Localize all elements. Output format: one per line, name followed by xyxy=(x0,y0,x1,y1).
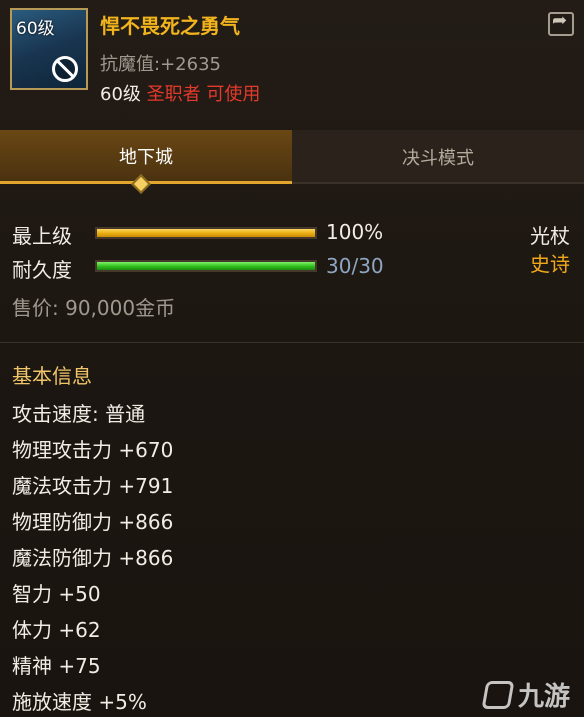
required-level: 60级 xyxy=(100,84,141,105)
durability-value: 30/30 xyxy=(326,254,384,278)
item-name: 悍不畏死之勇气 xyxy=(100,14,240,38)
sell-price: 售价: 90,000金币 xyxy=(12,296,176,320)
attribute-line: 物理攻击力 +670 xyxy=(12,438,174,462)
quality-bar xyxy=(95,227,317,239)
quality-label: 最上级 xyxy=(12,224,72,248)
watermark-text: 九游 xyxy=(517,682,570,712)
item-main-stat: 抗魔值:+2635 xyxy=(100,50,221,76)
attribute-line: 精神 +75 xyxy=(12,654,101,678)
unusable-icon xyxy=(52,56,78,82)
usable-status: 可使用 xyxy=(206,84,261,105)
item-header: 60级 悍不畏死之勇气 抗魔值:+2635 60级 圣职者 可使用 xyxy=(0,0,584,118)
quality-bar-fill xyxy=(97,229,315,237)
item-icon-level: 60级 xyxy=(16,19,55,39)
attribute-line: 物理防御力 +866 xyxy=(12,510,174,534)
quality-value: 100% xyxy=(326,220,384,244)
durability-bar-fill xyxy=(97,262,315,270)
mode-tabs: 地下城 决斗模式 xyxy=(0,130,584,194)
attribute-line: 魔法攻击力 +791 xyxy=(12,474,174,498)
stat-value: +2635 xyxy=(160,54,221,75)
durability-label: 耐久度 xyxy=(12,258,72,282)
weapon-rarity: 史诗 xyxy=(530,252,570,276)
attribute-line: 施放速度 +5% xyxy=(12,690,147,714)
item-icon[interactable]: 60级 xyxy=(10,8,88,90)
tab-dungeon[interactable]: 地下城 xyxy=(0,130,292,184)
share-icon[interactable] xyxy=(548,10,574,36)
item-tooltip-panel: 60级 悍不畏死之勇气 抗魔值:+2635 60级 圣职者 可使用 地下城 决斗… xyxy=(0,0,584,717)
tab-duel-mode[interactable]: 决斗模式 xyxy=(292,130,584,184)
stat-label: 抗魔值: xyxy=(100,54,161,75)
watermark-logo-icon xyxy=(481,680,515,709)
watermark: 九游 xyxy=(481,676,570,713)
attribute-line: 魔法防御力 +866 xyxy=(12,546,174,570)
weapon-type: 光杖 xyxy=(530,224,570,248)
attribute-line: 体力 +62 xyxy=(12,618,101,642)
section-title-basic-info: 基本信息 xyxy=(12,364,92,388)
required-class: 圣职者 xyxy=(146,84,201,105)
section-divider xyxy=(0,342,584,343)
item-requirement: 60级 圣职者 可使用 xyxy=(100,80,260,106)
attribute-line: 智力 +50 xyxy=(12,582,101,606)
attribute-line: 攻击速度: 普通 xyxy=(12,402,146,426)
durability-bar xyxy=(95,260,317,272)
